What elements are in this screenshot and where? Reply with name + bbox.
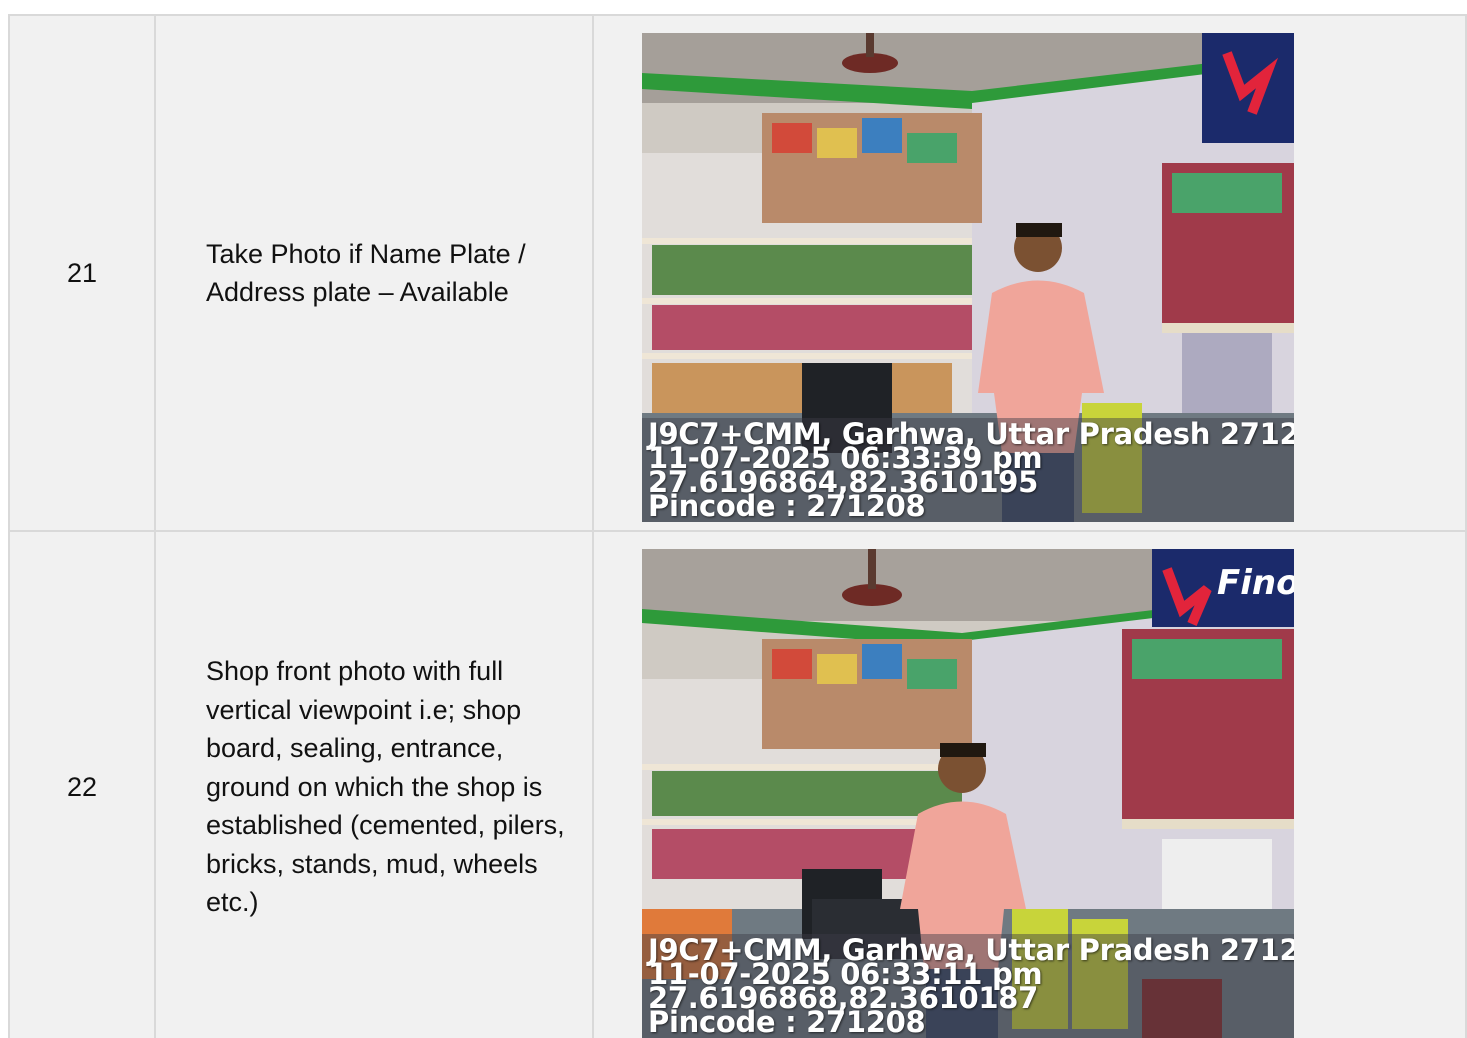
geotag-stamp: J9C7+CMM, Garhwa, Uttar Pradesh 271208, … [648, 420, 1294, 521]
report-page: 21 Take Photo if Name Plate / Address pl… [0, 0, 1467, 1038]
shop-photo[interactable]: Fino J9C7+CMM, Garhwa, Uttar Pradesh 271… [642, 549, 1294, 1038]
shop-photo[interactable]: J9C7+CMM, Garhwa, Uttar Pradesh 271208, … [642, 33, 1294, 522]
banner-brand-text: Fino [1217, 563, 1294, 603]
photo-cell: Fino J9C7+CMM, Garhwa, Uttar Pradesh 271… [592, 530, 1467, 1038]
table-row: 22 Shop front photo with full vertical v… [8, 530, 1467, 1038]
item-description: Take Photo if Name Plate / Address plate… [154, 14, 594, 532]
geotag-stamp: J9C7+CMM, Garhwa, Uttar Pradesh 271208, … [648, 936, 1294, 1037]
item-number: 22 [8, 530, 156, 1038]
table-row: 21 Take Photo if Name Plate / Address pl… [8, 14, 1467, 532]
item-description: Shop front photo with full vertical view… [154, 530, 594, 1038]
item-number: 21 [8, 14, 156, 532]
photo-cell: J9C7+CMM, Garhwa, Uttar Pradesh 271208, … [592, 14, 1467, 532]
photo-checklist-table: 21 Take Photo if Name Plate / Address pl… [8, 14, 1467, 1038]
